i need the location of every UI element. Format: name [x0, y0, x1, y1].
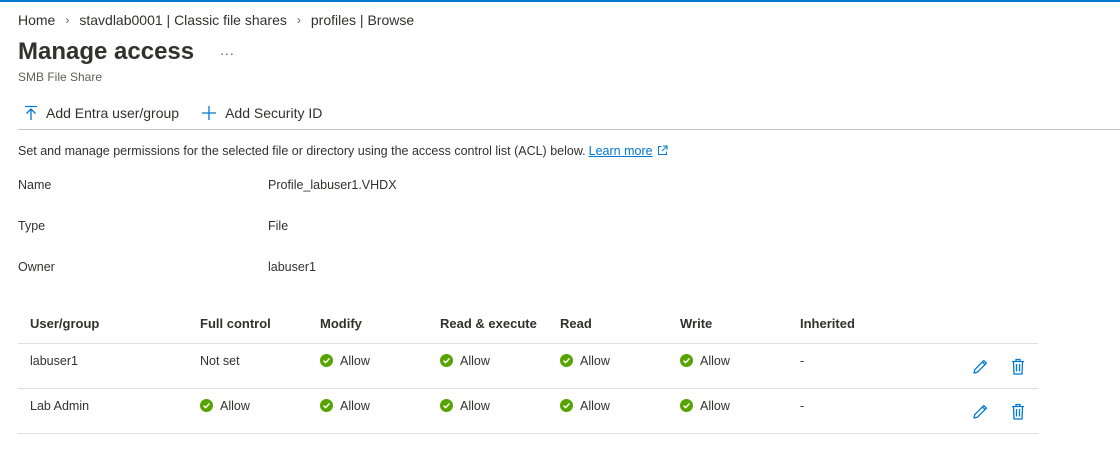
pencil-icon — [973, 359, 988, 374]
property-label: Name — [18, 178, 52, 192]
table-header-row: User/group Full control Modify Read & ex… — [18, 304, 1038, 344]
add-entra-label: Add Entra user/group — [46, 105, 180, 121]
property-owner: Owner labuser1 — [18, 260, 316, 274]
toolbar-divider — [18, 129, 1120, 130]
read-execute-cell: Allow — [440, 389, 490, 433]
permission-value: Allow — [700, 399, 730, 413]
permission-value: Allow — [700, 354, 730, 368]
add-security-id-label: Add Security ID — [225, 105, 323, 121]
top-accent-line — [0, 0, 1120, 2]
read-execute-cell: Allow — [440, 344, 490, 388]
title-row: Manage access ... — [18, 38, 235, 66]
page-title: Manage access — [18, 38, 195, 65]
permission-value: Allow — [580, 399, 610, 413]
property-label: Owner — [18, 260, 55, 274]
read-cell: Allow — [560, 344, 610, 388]
edit-button[interactable] — [972, 358, 989, 378]
write-cell: Allow — [680, 389, 730, 433]
table-row: Lab Admin Allow Allow Allow Allow Allow … — [18, 389, 1038, 434]
column-header-user-group: User/group — [30, 316, 100, 331]
delete-button[interactable] — [1011, 358, 1025, 378]
read-cell: Allow — [560, 389, 610, 433]
check-circle-icon — [560, 354, 573, 367]
chevron-right-icon: › — [65, 13, 70, 27]
check-circle-icon — [680, 399, 693, 412]
check-circle-icon — [680, 354, 693, 367]
property-value: Profile_labuser1.VHDX — [268, 178, 397, 192]
acl-description: Set and manage permissions for the selec… — [18, 144, 668, 158]
inherited-cell: - — [800, 354, 805, 368]
permission-value: Allow — [460, 399, 490, 413]
modify-cell: Allow — [320, 389, 370, 433]
acl-table: User/group Full control Modify Read & ex… — [18, 304, 1038, 434]
trash-icon — [1012, 403, 1024, 420]
permission-value: Allow — [340, 354, 370, 368]
permission-value: Allow — [460, 354, 490, 368]
description-text: Set and manage permissions for the selec… — [18, 144, 586, 158]
plus-icon — [202, 106, 217, 120]
add-security-id-button[interactable]: Add Security ID — [195, 100, 322, 126]
column-header-inherited: Inherited — [800, 316, 855, 331]
column-header-write: Write — [680, 316, 713, 331]
add-entra-user-group-button[interactable]: Add Entra user/group — [18, 100, 179, 126]
more-options-button[interactable]: ... — [220, 42, 235, 58]
modify-cell: Allow — [320, 344, 370, 388]
column-header-read-execute: Read & execute — [440, 316, 537, 331]
learn-more-link[interactable]: Learn more — [589, 144, 653, 158]
full-control-cell: Not set — [200, 354, 240, 368]
table-row: labuser1 Not set Allow Allow Allow Allow… — [18, 344, 1038, 389]
property-label: Type — [18, 219, 46, 233]
column-header-modify: Modify — [320, 316, 362, 331]
pencil-icon — [973, 404, 988, 419]
write-cell: Allow — [680, 344, 730, 388]
property-type: Type File — [18, 219, 288, 233]
check-circle-icon — [320, 399, 333, 412]
edit-button[interactable] — [972, 403, 989, 423]
property-value: labuser1 — [268, 260, 316, 274]
column-header-read: Read — [560, 316, 592, 331]
breadcrumb-profiles-browse[interactable]: profiles | Browse — [311, 12, 414, 28]
chevron-right-icon: › — [296, 13, 301, 27]
permission-value: Allow — [580, 354, 610, 368]
check-circle-icon — [200, 399, 213, 412]
external-link-icon — [657, 145, 668, 155]
check-circle-icon — [560, 399, 573, 412]
property-name: Name Profile_labuser1.VHDX — [18, 178, 397, 192]
check-circle-icon — [440, 354, 453, 367]
full-control-cell: Allow — [200, 389, 250, 433]
breadcrumb-home[interactable]: Home — [18, 12, 55, 28]
breadcrumb: Home › stavdlab0001 | Classic file share… — [18, 12, 414, 28]
delete-button[interactable] — [1011, 403, 1025, 423]
trash-icon — [1012, 358, 1024, 375]
page-subtitle: SMB File Share — [18, 70, 103, 84]
check-circle-icon — [320, 354, 333, 367]
check-circle-icon — [440, 399, 453, 412]
upload-arrow-icon — [25, 105, 37, 120]
column-header-full-control: Full control — [200, 316, 271, 331]
inherited-cell: - — [800, 399, 805, 413]
permission-value: Allow — [340, 399, 370, 413]
property-value: File — [268, 219, 289, 233]
command-bar: Add Entra user/group Add Security ID — [18, 100, 338, 126]
user-cell: Lab Admin — [30, 399, 90, 413]
breadcrumb-file-shares[interactable]: stavdlab0001 | Classic file shares — [79, 12, 287, 28]
user-cell: labuser1 — [30, 354, 78, 368]
permission-value: Allow — [220, 399, 250, 413]
